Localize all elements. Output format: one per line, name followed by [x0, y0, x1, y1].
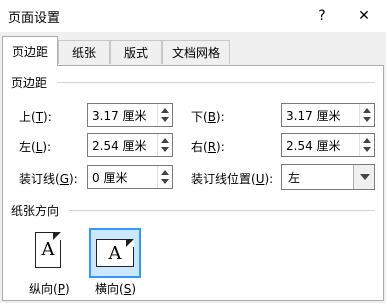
left-margin-spinner[interactable]: 2.54 厘米 — [87, 133, 173, 157]
orientation-group-divider — [69, 210, 375, 211]
left-margin-label: 左(L): — [19, 140, 52, 154]
bottom-margin-stepper[interactable] — [359, 104, 374, 126]
portrait-label[interactable]: 纵向(P) — [29, 280, 70, 297]
left-margin-stepper[interactable] — [157, 134, 172, 156]
spin-up-icon[interactable] — [161, 138, 169, 143]
bottom-margin-spinner[interactable]: 3.17 厘米 — [281, 103, 375, 127]
spin-up-icon[interactable] — [161, 108, 169, 113]
page-fold-icon — [126, 239, 134, 247]
portrait-option[interactable]: A — [23, 228, 75, 278]
chevron-down-icon — [360, 174, 370, 180]
tab-margins[interactable]: 页边距 — [2, 36, 58, 66]
close-button[interactable]: ✕ — [352, 4, 376, 28]
spin-down-icon[interactable] — [161, 147, 169, 152]
page-fold-icon — [53, 232, 61, 240]
bottom-margin-label: 下(B): — [191, 110, 225, 124]
right-margin-spinner[interactable]: 2.54 厘米 — [281, 133, 375, 157]
top-margin-value[interactable]: 3.17 厘米 — [92, 107, 147, 124]
margins-group-divider — [57, 82, 375, 83]
spin-up-icon[interactable] — [363, 138, 371, 143]
right-margin-value[interactable]: 2.54 厘米 — [286, 137, 341, 154]
bottom-margin-value[interactable]: 3.17 厘米 — [286, 107, 341, 124]
tab-layout[interactable]: 版式 — [110, 40, 162, 64]
tab-document-grid[interactable]: 文档网格 — [162, 40, 230, 64]
landscape-page-icon: A — [96, 239, 134, 267]
window-title: 页面设置 — [8, 11, 61, 26]
margins-panel: 页边距 上(T): 3.17 厘米 下(B): 3.17 厘米 左(L): 2.… — [2, 65, 384, 301]
left-margin-value[interactable]: 2.54 厘米 — [92, 137, 147, 154]
spin-down-icon[interactable] — [363, 147, 371, 152]
top-margin-spinner[interactable]: 3.17 厘米 — [87, 103, 173, 127]
gutter-spinner[interactable]: 0 厘米 — [87, 165, 173, 189]
landscape-glyph: A — [108, 243, 122, 264]
tab-strip: 页边距 纸张 版式 文档网格 — [0, 36, 386, 66]
margins-group-title: 页边距 — [11, 76, 48, 90]
gutter-position-value[interactable]: 左 — [288, 169, 300, 186]
right-margin-stepper[interactable] — [359, 134, 374, 156]
dropdown-button[interactable] — [353, 165, 374, 189]
gutter-position-label: 装订线位置(U): — [191, 172, 274, 186]
landscape-label[interactable]: 横向(S) — [95, 280, 136, 297]
top-margin-stepper[interactable] — [157, 104, 172, 126]
spin-down-icon[interactable] — [363, 117, 371, 122]
orientation-group-title: 纸张方向 — [11, 204, 60, 218]
landscape-option[interactable]: A — [89, 228, 141, 278]
tab-paper[interactable]: 纸张 — [58, 40, 110, 64]
portrait-glyph: A — [41, 239, 55, 260]
portrait-page-icon: A — [35, 232, 61, 268]
gutter-stepper[interactable] — [157, 166, 172, 188]
right-margin-label: 右(R): — [191, 140, 225, 154]
gutter-label: 装订线(G): — [19, 172, 78, 186]
spin-down-icon[interactable] — [161, 117, 169, 122]
gutter-value[interactable]: 0 厘米 — [92, 169, 127, 186]
help-button[interactable]: ? — [310, 4, 334, 28]
spin-down-icon[interactable] — [161, 179, 169, 184]
title-bar: 页面设置 ? ✕ — [0, 0, 386, 32]
spin-up-icon[interactable] — [363, 108, 371, 113]
spin-up-icon[interactable] — [161, 170, 169, 175]
top-margin-label: 上(T): — [19, 110, 52, 124]
gutter-position-select[interactable]: 左 — [281, 164, 375, 190]
